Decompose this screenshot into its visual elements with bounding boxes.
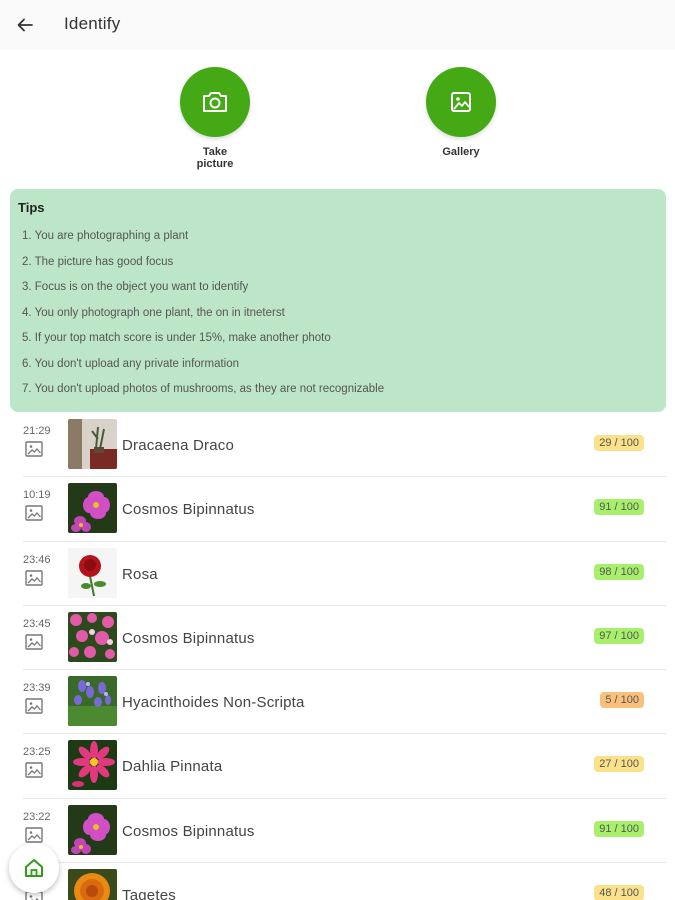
image-icon (25, 634, 43, 650)
history-row[interactable]: 23:39 Hyacinthoides Non-Scripta 5 / 100 (23, 670, 666, 735)
plant-name: Cosmos Bipinnatus (122, 501, 255, 519)
match-score-badge: 98 / 100 (594, 563, 644, 580)
home-icon (25, 859, 43, 877)
tip-item: 1. You are photographing a plant (22, 230, 189, 242)
plant-thumbnail (68, 611, 117, 662)
camera-icon (203, 92, 227, 112)
tip-item: 5. If your top match score is under 15%,… (22, 332, 331, 344)
history-time: 23:22 (23, 810, 51, 823)
match-score-badge: 29 / 100 (594, 435, 644, 451)
history-row[interactable]: 23:46 Rosa 98 / 100 (23, 542, 666, 606)
match-score-badge: 48 / 100 (594, 885, 644, 900)
identification-history-list: 21:29 Dracaena Draco 29 / 100 10:19 Cosmos B… (23, 413, 666, 900)
history-time: 23:46 (23, 553, 51, 566)
image-icon (25, 441, 43, 457)
history-time: 23:39 (23, 682, 51, 695)
image-icon (25, 698, 43, 714)
gallery-button[interactable] (426, 67, 496, 137)
history-time: 21:29 (23, 425, 51, 437)
tip-item: 7. You don't upload photos of mushrooms,… (22, 383, 385, 395)
plant-name: Hyacinthoides Non-Scripta (122, 694, 305, 712)
take-picture-button[interactable] (180, 67, 250, 137)
history-row[interactable]: 23:25 Dahlia Pinnata 27 / 100 (23, 734, 666, 799)
plant-name: Cosmos Bipinnatus (122, 822, 255, 840)
plant-thumbnail (68, 419, 117, 469)
plant-name: Cosmos Bipinnatus (122, 629, 255, 647)
plant-thumbnail (68, 547, 117, 598)
plant-name: Rosa (122, 565, 158, 583)
match-score-badge: 5 / 100 (600, 692, 644, 709)
home-button[interactable] (9, 843, 59, 893)
image-icon (451, 92, 471, 112)
match-score-badge: 97 / 100 (594, 627, 644, 644)
image-icon (25, 569, 43, 586)
plant-name: Dahlia Pinnata (122, 758, 223, 776)
history-row[interactable]: 21:29 Dracaena Draco 29 / 100 (23, 413, 666, 478)
image-icon (25, 762, 43, 779)
plant-name: Dracaena Draco (122, 437, 235, 454)
gallery-action: Gallery (416, 67, 506, 158)
plant-thumbnail (68, 869, 117, 900)
page-title: Identify (64, 14, 121, 33)
history-time: 23:45 (23, 617, 51, 630)
back-button[interactable] (12, 12, 38, 38)
plant-thumbnail (68, 483, 117, 534)
take-picture-label: Take picture (196, 146, 234, 170)
tip-item: 4. You only photograph one plant, the on… (22, 306, 285, 319)
plant-name: Tagetes (122, 887, 176, 900)
match-score-badge: 91 / 100 (594, 499, 644, 516)
arrow-left-icon (17, 18, 33, 32)
history-row[interactable]: 10:19 Cosmos Bipinnatus 91 / 100 (23, 477, 666, 542)
plant-thumbnail (68, 740, 117, 791)
tips-list: 1. You are photographing a plant 2. The … (18, 229, 658, 408)
tip-item: 2. The picture has good focus (22, 255, 174, 268)
history-time: 10:19 (23, 489, 51, 502)
match-score-badge: 91 / 100 (594, 820, 644, 837)
gallery-label: Gallery (442, 146, 480, 158)
image-icon (25, 505, 43, 521)
match-score-badge: 27 / 100 (594, 756, 644, 773)
take-picture-action: Take picture (170, 67, 260, 170)
tips-title: Tips (18, 200, 45, 215)
plant-thumbnail (68, 804, 117, 855)
history-row[interactable]: 23:45 Cosmos Bipinnatus 97 / 100 (23, 606, 666, 671)
history-row[interactable]: Tagetes 48 / 100 (23, 863, 666, 900)
tips-card: Tips 1. You are photographing a plant 2.… (10, 189, 666, 412)
history-time: 23:25 (23, 746, 51, 759)
image-icon (25, 827, 43, 843)
top-app-bar: Identify (0, 0, 675, 50)
tip-item: 3. Focus is on the object you want to id… (22, 281, 249, 293)
tip-item: 6. You don't upload any private informat… (22, 357, 240, 370)
history-row[interactable]: 23:22 Cosmos Bipinnatus 91 / 100 (23, 799, 666, 864)
plant-thumbnail (68, 676, 117, 727)
